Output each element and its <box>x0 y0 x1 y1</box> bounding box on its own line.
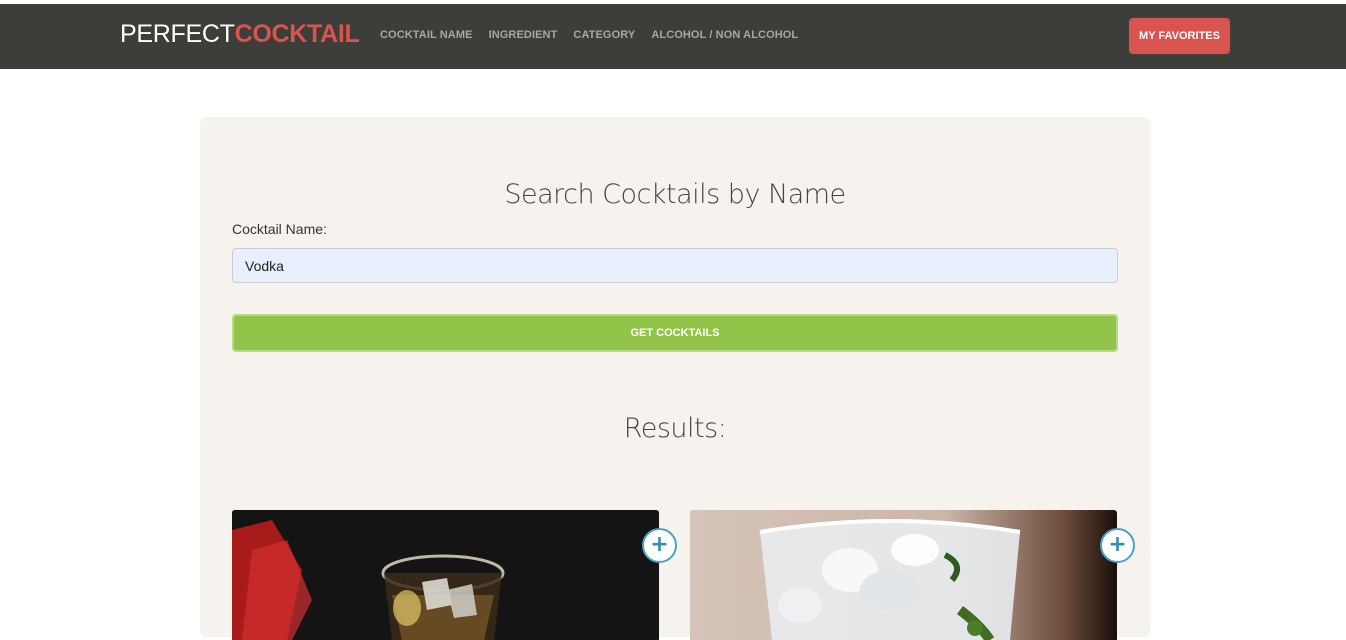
result-card-image[interactable] <box>690 510 1117 640</box>
get-cocktails-button[interactable]: GET COCKTAILS <box>232 314 1118 352</box>
nav-links: COCKTAIL NAME INGREDIENT CATEGORY ALCOHO… <box>380 29 798 41</box>
brand-logo-bold: COCKTAIL <box>234 20 360 48</box>
cocktail-glass-image <box>759 519 1021 640</box>
search-title: Search Cocktails by Name <box>504 179 846 210</box>
nav-item-category[interactable]: CATEGORY <box>573 29 635 41</box>
brand-logo[interactable]: PERFECTCOCKTAIL <box>120 19 360 49</box>
cocktail-name-label: Cocktail Name: <box>232 221 327 237</box>
cocktail-glass-image <box>232 510 659 640</box>
add-favorite-button[interactable]: + <box>642 528 677 563</box>
results-title: Results: <box>623 413 727 444</box>
cocktail-name-input[interactable] <box>232 248 1118 283</box>
my-favorites-button[interactable]: MY FAVORITES <box>1129 18 1230 54</box>
search-panel: Search Cocktails by Name Cocktail Name: … <box>200 117 1150 640</box>
brand-logo-light: PERFECT <box>120 20 235 48</box>
nav-item-alcohol[interactable]: ALCOHOL / NON ALCOHOL <box>651 29 798 41</box>
add-favorite-button[interactable]: + <box>1100 528 1135 563</box>
nav-item-ingredient[interactable]: INGREDIENT <box>489 29 558 41</box>
navbar: PERFECTCOCKTAIL COCKTAIL NAME INGREDIENT… <box>0 4 1346 69</box>
nav-item-cocktail-name[interactable]: COCKTAIL NAME <box>380 29 473 41</box>
result-card-image[interactable] <box>232 510 659 640</box>
